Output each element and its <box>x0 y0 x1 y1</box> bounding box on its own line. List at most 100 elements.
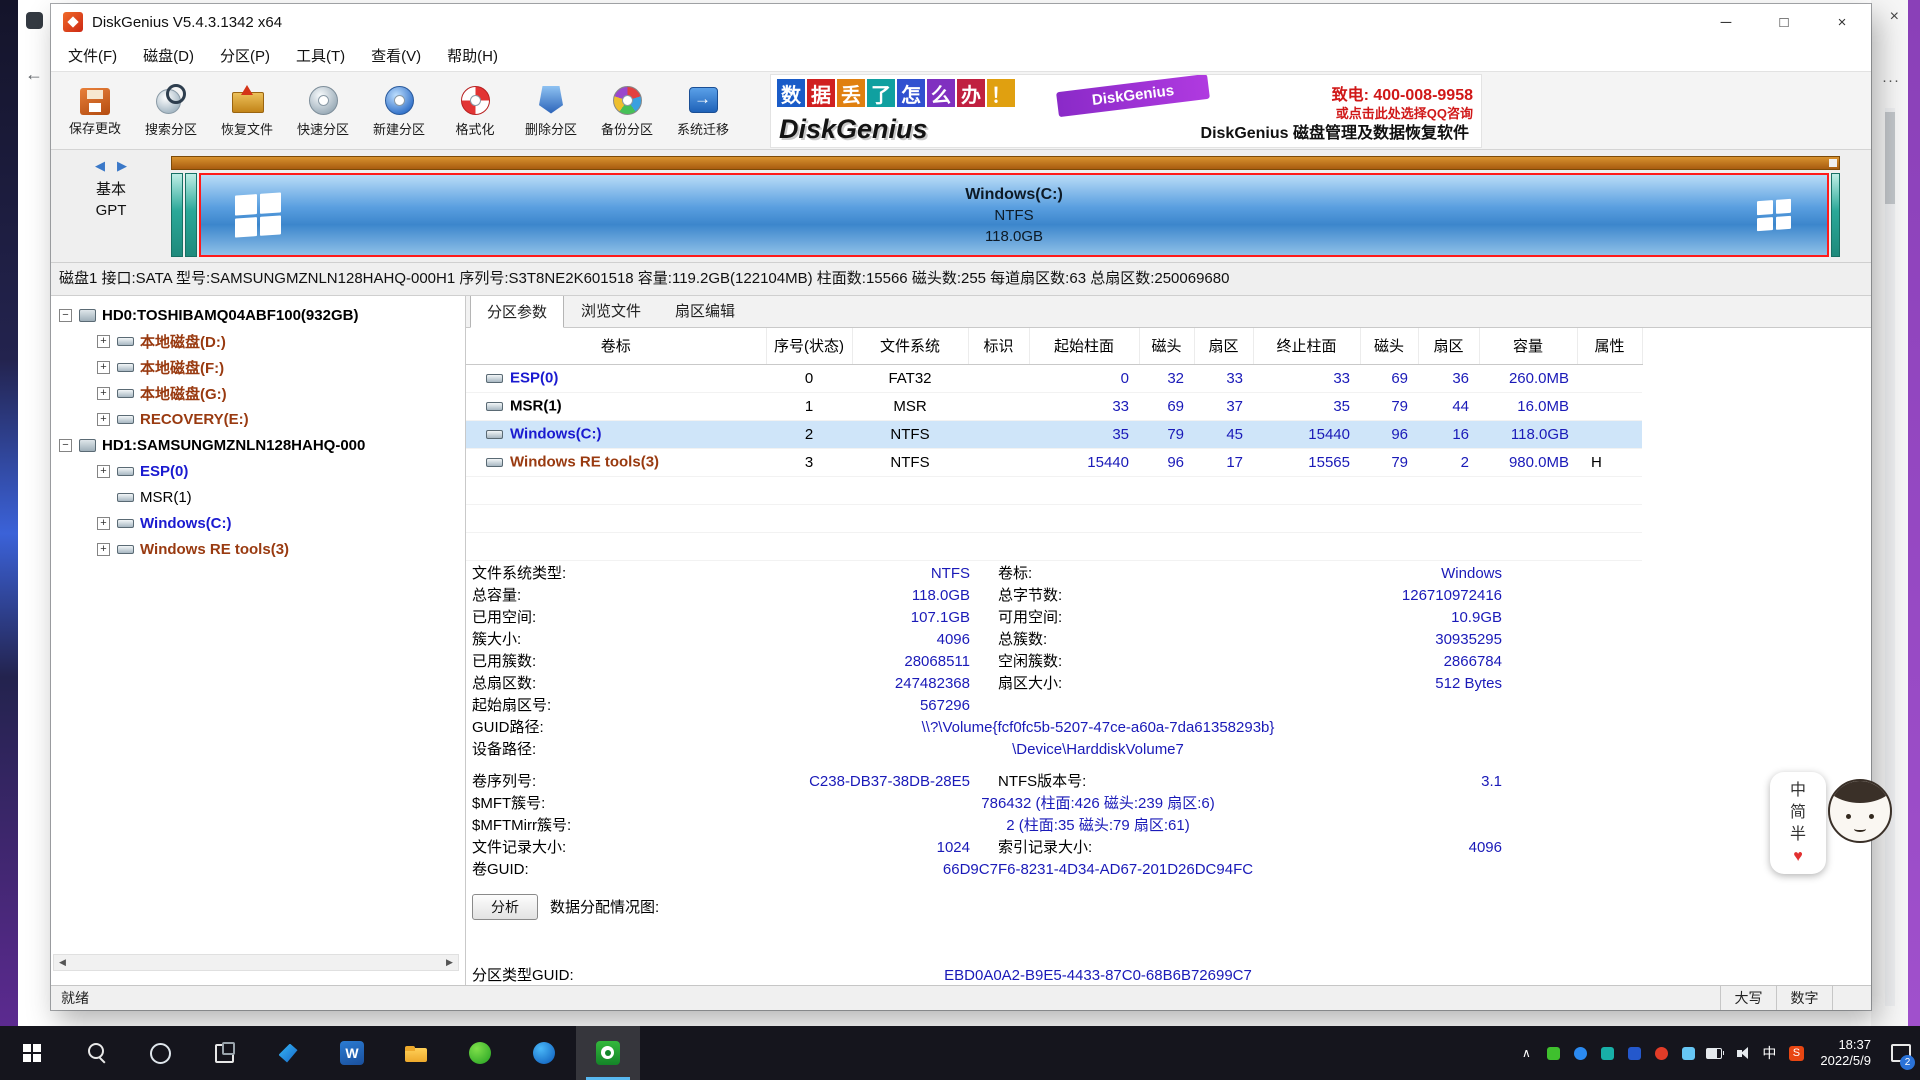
msr-partition-strip[interactable] <box>185 173 197 257</box>
background-scrollbar-thumb[interactable] <box>1885 112 1895 204</box>
menu-partition[interactable]: 分区(P) <box>207 40 283 71</box>
tab-browse-files[interactable]: 浏览文件 <box>564 296 658 327</box>
taskbar-app-blue-icon[interactable] <box>256 1026 320 1080</box>
tab-partition-parameters[interactable]: 分区参数 <box>470 296 564 328</box>
tree-item-hd0[interactable]: − HD0:TOSHIBAMQ04ABF100(932GB) <box>51 302 465 328</box>
cortana-icon[interactable] <box>128 1026 192 1080</box>
table-header-cell[interactable]: 序号(状态) <box>766 328 852 364</box>
table-header-cell[interactable]: 磁头 <box>1139 328 1194 364</box>
toolbar-backup-partition-button[interactable]: 备份分区 <box>589 75 665 147</box>
re-tools-partition-strip[interactable] <box>1831 173 1840 257</box>
menu-disk[interactable]: 磁盘(D) <box>130 40 207 71</box>
word-icon[interactable]: W <box>320 1026 384 1080</box>
tree-expander[interactable]: + <box>97 387 110 400</box>
browser-green-icon[interactable] <box>448 1026 512 1080</box>
table-row[interactable]: Windows(C:) 2 NTFS 35 79 45 15440 96 16 <box>466 420 1642 448</box>
windows-c-partition-block[interactable]: Windows(C:) NTFS 118.0GB <box>199 173 1829 257</box>
back-arrow-icon[interactable]: ← <box>25 64 43 85</box>
tray-green-icon[interactable] <box>1544 1044 1562 1062</box>
ime-language-icon[interactable]: 中 <box>1760 1044 1778 1062</box>
tree-item-local-d[interactable]: + 本地磁盘(D:) <box>51 328 465 354</box>
more-menu-icon[interactable]: ··· <box>1882 72 1900 89</box>
table-header-cell[interactable]: 起始柱面 <box>1029 328 1139 364</box>
task-view-icon[interactable] <box>192 1026 256 1080</box>
table-header-cell[interactable]: 标识 <box>968 328 1029 364</box>
menu-view[interactable]: 查看(V) <box>358 40 434 71</box>
tray-blue-square-icon[interactable] <box>1625 1044 1643 1062</box>
ime-simplified-toggle[interactable]: 简 <box>1790 803 1806 822</box>
close-button[interactable]: × <box>1813 4 1871 40</box>
tree-expander[interactable]: + <box>97 517 110 530</box>
toolbar-search-partition-button[interactable]: 搜索分区 <box>133 75 209 147</box>
toolbar-recover-files-button[interactable]: 恢复文件 <box>209 75 285 147</box>
menu-help[interactable]: 帮助(H) <box>434 40 511 71</box>
clock[interactable]: 18:37 2022/5/9 <box>1820 1037 1871 1069</box>
tab-sector-edit[interactable]: 扇区编辑 <box>658 296 752 327</box>
next-disk-arrow-icon[interactable]: ▶ <box>117 158 127 174</box>
desktop-edge-right <box>1908 0 1920 1026</box>
tree-expander[interactable]: + <box>97 465 110 478</box>
background-scrollbar[interactable] <box>1885 108 1895 1006</box>
tray-red-icon[interactable] <box>1652 1044 1670 1062</box>
maximize-button[interactable]: □ <box>1755 4 1813 40</box>
prev-disk-arrow-icon[interactable]: ◀ <box>95 158 105 174</box>
tray-teal-icon[interactable] <box>1598 1044 1616 1062</box>
ime-halfwidth-toggle[interactable]: 半 <box>1790 825 1806 844</box>
scroll-right-arrow-icon[interactable]: ▶ <box>441 955 458 970</box>
sogou-icon[interactable]: S <box>1787 1044 1805 1062</box>
table-row[interactable]: MSR(1) 1 MSR 33 69 37 35 79 44 16.0MB <box>466 392 1642 420</box>
action-center-icon[interactable]: 2 <box>1886 1026 1916 1080</box>
ime-chinese-toggle[interactable]: 中 <box>1790 781 1806 800</box>
tree-item-msr[interactable]: MSR(1) <box>51 484 465 510</box>
menu-tools[interactable]: 工具(T) <box>283 40 358 71</box>
table-header-cell[interactable]: 文件系统 <box>852 328 968 364</box>
table-header-cell[interactable]: 扇区 <box>1194 328 1253 364</box>
diskgenius-taskbar-icon[interactable] <box>576 1026 640 1080</box>
table-row[interactable]: ESP(0) 0 FAT32 0 32 33 33 69 36 260.0MB <box>466 364 1642 392</box>
file-explorer-icon[interactable] <box>384 1026 448 1080</box>
tree-item-windows-c[interactable]: + Windows(C:) <box>51 510 465 536</box>
tree-item-esp[interactable]: + ESP(0) <box>51 458 465 484</box>
table-header-cell[interactable]: 扇区 <box>1418 328 1479 364</box>
tree-horizontal-scrollbar[interactable]: ◀ ▶ <box>53 954 459 971</box>
menu-file[interactable]: 文件(F) <box>55 40 130 71</box>
table-row[interactable]: Windows RE tools(3) 3 NTFS 15440 96 17 1… <box>466 448 1642 476</box>
tray-lightblue-icon[interactable] <box>1679 1044 1697 1062</box>
tree-expander[interactable]: − <box>59 439 72 452</box>
tree-expander[interactable]: + <box>97 413 110 426</box>
tree-expander[interactable]: + <box>97 361 110 374</box>
toolbar-quick-partition-button[interactable]: 快速分区 <box>285 75 361 147</box>
edge-icon[interactable] <box>512 1026 576 1080</box>
toolbar-new-partition-button[interactable]: 新建分区 <box>361 75 437 147</box>
battery-icon[interactable] <box>1706 1044 1724 1062</box>
minimize-button[interactable]: ─ <box>1697 4 1755 40</box>
hidden-icons-caret[interactable]: ∧ <box>1517 1044 1535 1062</box>
toolbar-save-changes-button[interactable]: 保存更改 <box>57 75 133 147</box>
table-header-cell[interactable]: 终止柱面 <box>1253 328 1360 364</box>
tree-item-local-g[interactable]: + 本地磁盘(G:) <box>51 380 465 406</box>
taskbar-search-icon[interactable] <box>64 1026 128 1080</box>
esp-partition-strip[interactable] <box>171 173 183 257</box>
volume-icon[interactable] <box>1733 1044 1751 1062</box>
tree-expander[interactable]: + <box>97 543 110 556</box>
background-close-icon[interactable]: × <box>1890 8 1899 26</box>
tree-item-recovery-e[interactable]: + RECOVERY(E:) <box>51 406 465 432</box>
table-header-cell[interactable]: 磁头 <box>1360 328 1418 364</box>
ad-banner[interactable]: 数据丢了怎么办！ DiskGenius DiskGenius 致电: 400-0… <box>770 74 1482 148</box>
tray-blue-circle-icon[interactable] <box>1571 1044 1589 1062</box>
toolbar-format-button[interactable]: 格式化 <box>437 75 513 147</box>
tree-expander[interactable]: − <box>59 309 72 322</box>
tree-item-hd1[interactable]: − HD1:SAMSUNGMZNLN128HAHQ-000 <box>51 432 465 458</box>
analyze-button[interactable]: 分析 <box>472 894 538 920</box>
table-header-cell[interactable]: 卷标 <box>466 328 766 364</box>
toolbar-delete-partition-button[interactable]: 删除分区 <box>513 75 589 147</box>
ime-heart-icon[interactable]: ♥ <box>1793 847 1803 866</box>
toolbar-system-migration-button[interactable]: 系统迁移 <box>665 75 741 147</box>
tree-item-windows-re[interactable]: + Windows RE tools(3) <box>51 536 465 562</box>
table-header-cell[interactable]: 属性 <box>1577 328 1642 364</box>
tree-item-local-f[interactable]: + 本地磁盘(F:) <box>51 354 465 380</box>
scroll-left-arrow-icon[interactable]: ◀ <box>54 955 71 970</box>
start-button[interactable] <box>0 1026 64 1080</box>
tree-expander[interactable]: + <box>97 335 110 348</box>
table-header-cell[interactable]: 容量 <box>1479 328 1577 364</box>
